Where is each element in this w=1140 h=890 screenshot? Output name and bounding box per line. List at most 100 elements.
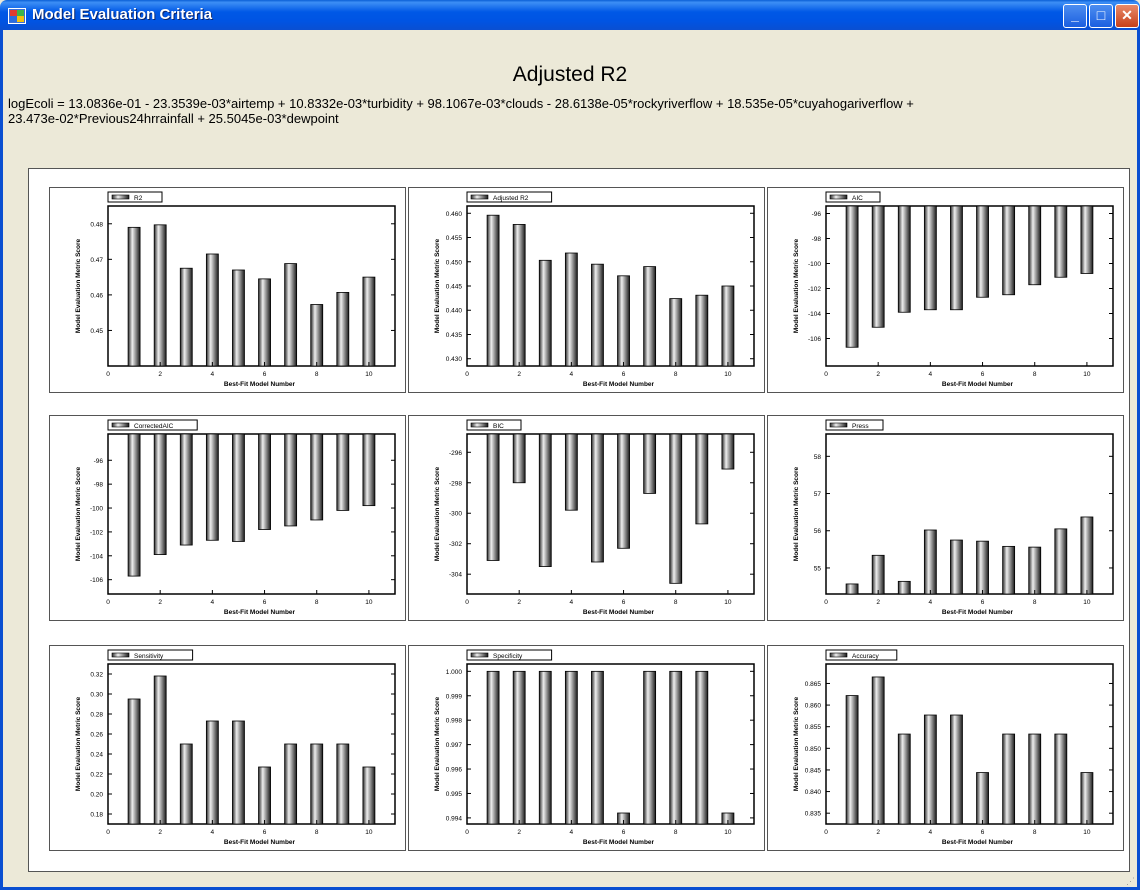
x-axis-label: Best-Fit Model Number xyxy=(583,609,655,616)
chart-bar xyxy=(1028,733,1042,825)
chart-bar xyxy=(310,304,324,367)
chart-bic-svg: -296 -298 -300 -302 -304 0 2 4 6 8 10 Best-Fit Mode… xyxy=(434,419,755,616)
x-tick-label: 4 xyxy=(211,599,215,606)
chart-bar xyxy=(512,224,526,367)
x-tick-label: 2 xyxy=(517,829,521,836)
legend-swatch xyxy=(470,652,489,658)
x-tick-label: 10 xyxy=(1083,371,1091,378)
y-tick-label: 0.994 xyxy=(446,815,463,822)
chart-aic: -96 -98 -100 -102 -104 -106 0 2 4 6 8 10 Best-Fit Mo… xyxy=(767,187,1124,393)
chart-bar xyxy=(486,433,500,561)
y-axis-label: Model Evaluation Metric Score xyxy=(434,238,441,333)
chart-accuracy-svg: 0.835 0.840 0.845 0.850 0.855 0.860 0.865 0 2 4 6 8… xyxy=(793,649,1114,846)
chart-bar xyxy=(258,766,271,825)
y-tick-label: -302 xyxy=(449,541,462,548)
app-icon[interactable] xyxy=(8,8,26,24)
chart-bic: -296 -298 -300 -302 -304 0 2 4 6 8 10 Best-Fit Mode… xyxy=(408,415,765,621)
legend-label: Adjusted R2 xyxy=(493,195,529,202)
equation-line-2: 23.473e-02*Previous24hrrainfall + 25.504… xyxy=(8,111,339,126)
chart-bar xyxy=(1002,733,1016,825)
x-tick-label: 6 xyxy=(981,829,985,836)
chart-bar xyxy=(153,224,167,367)
y-tick-label: 1.000 xyxy=(446,669,463,676)
chart-bar xyxy=(669,298,683,367)
x-tick-label: 6 xyxy=(622,371,626,378)
y-tick-label: 57 xyxy=(814,491,822,498)
chart-specificity: 0.994 0.995 0.996 0.997 0.998 0.999 1.000 0 2 4 6 8… xyxy=(408,645,765,851)
chart-bar xyxy=(845,583,859,595)
chart-bar xyxy=(284,433,298,527)
y-axis-label: Model Evaluation Metric Score xyxy=(75,696,82,791)
chart-bar xyxy=(617,275,630,367)
window-border-left xyxy=(0,30,3,890)
y-tick-label: 0.20 xyxy=(90,792,103,799)
chart-bar xyxy=(179,743,193,825)
close-button[interactable]: ✕ xyxy=(1115,4,1139,28)
chart-bar xyxy=(564,252,578,367)
chart-bar xyxy=(845,695,859,825)
chart-bar xyxy=(1054,205,1068,278)
y-tick-label: -298 xyxy=(449,480,462,487)
x-tick-label: 4 xyxy=(211,371,215,378)
chart-bar xyxy=(643,433,657,494)
minimize-button[interactable]: _ xyxy=(1063,4,1087,28)
x-tick-label: 2 xyxy=(517,599,521,606)
y-tick-label: 0.855 xyxy=(805,724,822,731)
chart-bar xyxy=(1028,546,1042,595)
resize-grip-icon[interactable]: ⋰ xyxy=(1126,876,1138,888)
x-tick-label: 2 xyxy=(158,829,162,836)
legend-swatch xyxy=(111,194,130,200)
chart-legend: Press xyxy=(825,419,884,431)
chart-bar xyxy=(643,670,657,825)
chart-bar xyxy=(897,205,911,313)
maximize-button[interactable]: □ xyxy=(1089,4,1113,28)
chart-bar xyxy=(871,676,885,825)
x-tick-label: 10 xyxy=(724,599,732,606)
chart-bar xyxy=(336,743,350,825)
chart-bar xyxy=(127,226,141,367)
page-heading: Adjusted R2 xyxy=(512,63,628,86)
y-tick-label: 0.845 xyxy=(805,767,822,774)
y-tick-label: 0.860 xyxy=(805,703,822,710)
chart-bar xyxy=(284,263,298,367)
plot-area xyxy=(825,433,1114,595)
chart-bar xyxy=(486,214,500,367)
chart-specificity-svg: 0.994 0.995 0.996 0.997 0.998 0.999 1.000 0 2 4 6 8… xyxy=(434,649,755,846)
chart-bar xyxy=(127,433,141,577)
x-tick-label: 0 xyxy=(465,371,469,378)
chart-r2-svg: 0.45 0.46 0.47 0.48 0 2 4 6 8 10 Best-Fit Model Nu… xyxy=(75,191,396,388)
x-tick-label: 8 xyxy=(1033,599,1037,606)
window-titlebar[interactable]: Model Evaluation Criteria _ □ ✕ xyxy=(0,0,1140,30)
chart-bar xyxy=(591,263,604,367)
y-tick-label: 0.22 xyxy=(90,772,103,779)
y-tick-label: 0.850 xyxy=(805,746,822,753)
x-tick-label: 4 xyxy=(570,829,574,836)
legend-swatch xyxy=(829,194,848,200)
chart-bar xyxy=(950,539,963,595)
x-axis-label: Best-Fit Model Number xyxy=(224,839,296,846)
x-tick-label: 8 xyxy=(315,829,319,836)
x-tick-label: 8 xyxy=(315,599,319,606)
chart-bar xyxy=(591,670,604,825)
chart-bar xyxy=(564,433,578,511)
x-tick-label: 8 xyxy=(315,371,319,378)
x-tick-label: 8 xyxy=(674,829,678,836)
y-tick-label: 0.450 xyxy=(446,259,463,266)
x-tick-label: 0 xyxy=(106,599,110,606)
chart-bar xyxy=(362,433,376,507)
chart-bar xyxy=(232,720,245,825)
legend-label: Accuracy xyxy=(852,653,879,660)
plot-area xyxy=(466,433,755,595)
chart-bar xyxy=(923,205,937,311)
chart-bar xyxy=(127,698,141,825)
chart-bar xyxy=(1002,545,1016,595)
x-tick-label: 4 xyxy=(929,599,933,606)
chart-bar xyxy=(153,675,167,825)
y-tick-label: -106 xyxy=(808,336,821,343)
x-tick-label: 8 xyxy=(1033,829,1037,836)
x-tick-label: 10 xyxy=(724,371,732,378)
chart-bar xyxy=(1002,205,1016,296)
x-tick-label: 10 xyxy=(365,371,373,378)
chart-bar xyxy=(923,529,937,595)
y-tick-label: 0.445 xyxy=(446,284,463,291)
